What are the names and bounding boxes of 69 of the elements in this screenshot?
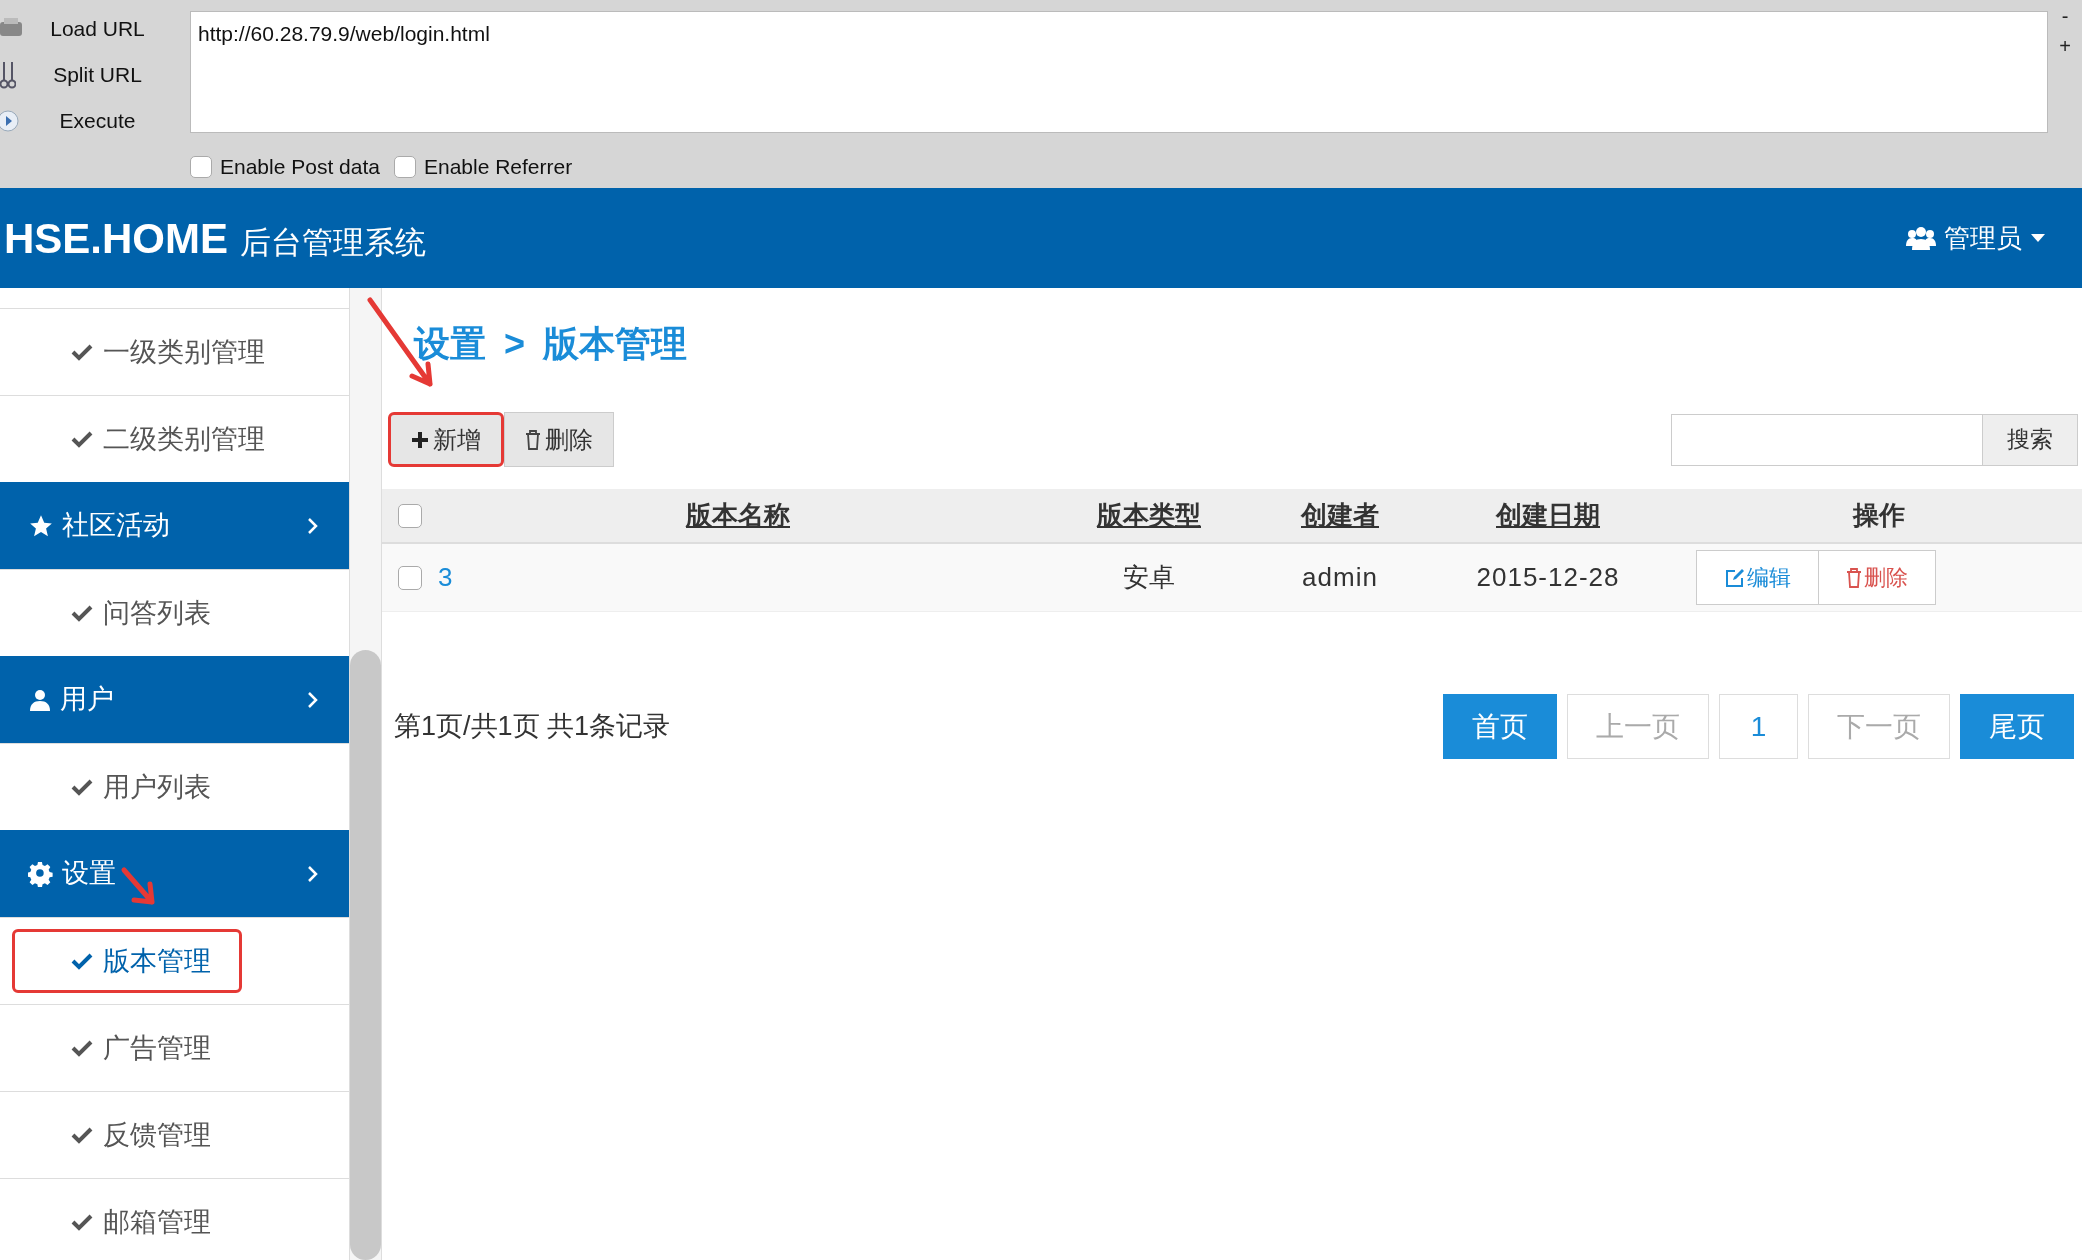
- sidebar-item[interactable]: 邮箱管理: [12, 1190, 242, 1254]
- caret-icon: [2030, 233, 2046, 243]
- column-header[interactable]: 创建日期: [1496, 496, 1600, 535]
- page-summary: 第1页/共1页 共1条记录: [394, 710, 671, 744]
- column-header[interactable]: 版本名称: [686, 496, 790, 535]
- brand-title: HSE.HOME: [4, 213, 229, 264]
- plus-icon: [411, 430, 429, 449]
- delete-button[interactable]: 删除: [1819, 550, 1936, 605]
- play-icon: [0, 109, 22, 133]
- sidebar-item[interactable]: 用户列表: [12, 755, 242, 819]
- toolbar-action[interactable]: Split URL: [30, 59, 165, 91]
- breadcrumb-item[interactable]: 设置: [414, 317, 486, 371]
- page-nav-button[interactable]: 首页: [1443, 694, 1557, 759]
- panel-toggle[interactable]: +: [2059, 36, 2071, 56]
- sidebar-group[interactable]: 社区活动: [0, 482, 349, 569]
- toolbar-action[interactable]: Execute: [30, 105, 165, 137]
- search-field[interactable]: [1671, 413, 1983, 466]
- page-nav-button[interactable]: 尾页: [1960, 694, 2074, 759]
- check-icon: [71, 1126, 93, 1144]
- chevron-right-icon: [307, 516, 319, 535]
- checkbox[interactable]: [398, 565, 422, 590]
- chevron-right-icon: [307, 690, 319, 709]
- chevron-right-icon: [307, 864, 319, 883]
- trash-icon: [525, 429, 541, 450]
- user-menu[interactable]: 管理员: [1906, 218, 2046, 258]
- delete-button[interactable]: 删除: [504, 412, 614, 467]
- scrollbar-thumb[interactable]: [350, 650, 381, 1260]
- page-button[interactable]: 1: [1719, 694, 1798, 759]
- user-icon: [28, 687, 52, 712]
- breadcrumb-separator: >: [504, 322, 526, 366]
- sidebar-item[interactable]: 反馈管理: [12, 1103, 242, 1167]
- edit-icon: [1724, 567, 1745, 588]
- table-cell-text: admin: [1302, 561, 1378, 594]
- url-field[interactable]: http://60.28.79.9/web/login.html: [190, 11, 2048, 133]
- sidebar-group[interactable]: 设置: [0, 830, 349, 917]
- table-cell-text: 2015-12-28: [1476, 561, 1620, 594]
- column-header: 操作: [1853, 499, 1905, 532]
- search-button[interactable]: 搜索: [1983, 413, 2078, 466]
- toolbar-action[interactable]: Load URL: [30, 13, 165, 45]
- add-button[interactable]: 新增: [388, 412, 504, 467]
- check-icon: [71, 1213, 93, 1231]
- check-icon: [71, 1039, 93, 1057]
- gear-icon: [28, 860, 54, 887]
- edit-button[interactable]: 编辑: [1696, 550, 1819, 605]
- check-icon: [71, 778, 93, 796]
- check-icon: [71, 604, 93, 622]
- checkbox-label: Enable Referrer: [423, 154, 573, 180]
- checkbox[interactable]: [398, 503, 422, 528]
- brand-subtitle: 后台管理系统: [240, 223, 427, 262]
- table-cell-text: 安卓: [1123, 561, 1175, 594]
- sidebar-item[interactable]: 一级类别管理: [12, 320, 296, 384]
- checkbox-label: Enable Post data: [220, 154, 380, 180]
- panel-toggle[interactable]: -: [2061, 6, 2069, 26]
- sidebar-item[interactable]: 问答列表: [12, 581, 242, 645]
- check-icon: [71, 952, 93, 970]
- column-header[interactable]: 版本类型: [1097, 496, 1201, 535]
- sidebar-group[interactable]: 用户: [0, 656, 349, 743]
- sidebar-item[interactable]: 版本管理: [12, 929, 242, 993]
- users-icon: [1906, 226, 1936, 250]
- breadcrumb-item[interactable]: 版本管理: [543, 317, 688, 371]
- checkbox[interactable]: [190, 155, 212, 178]
- sidebar-item[interactable]: 广告管理: [12, 1016, 242, 1080]
- column-header[interactable]: 创建者: [1301, 496, 1379, 535]
- scissors-icon: [0, 60, 16, 90]
- checkbox[interactable]: [393, 155, 416, 178]
- trash-icon: [1846, 567, 1862, 588]
- check-icon: [71, 343, 93, 361]
- check-icon: [71, 430, 93, 448]
- sidebar-item[interactable]: 二级类别管理: [12, 407, 296, 471]
